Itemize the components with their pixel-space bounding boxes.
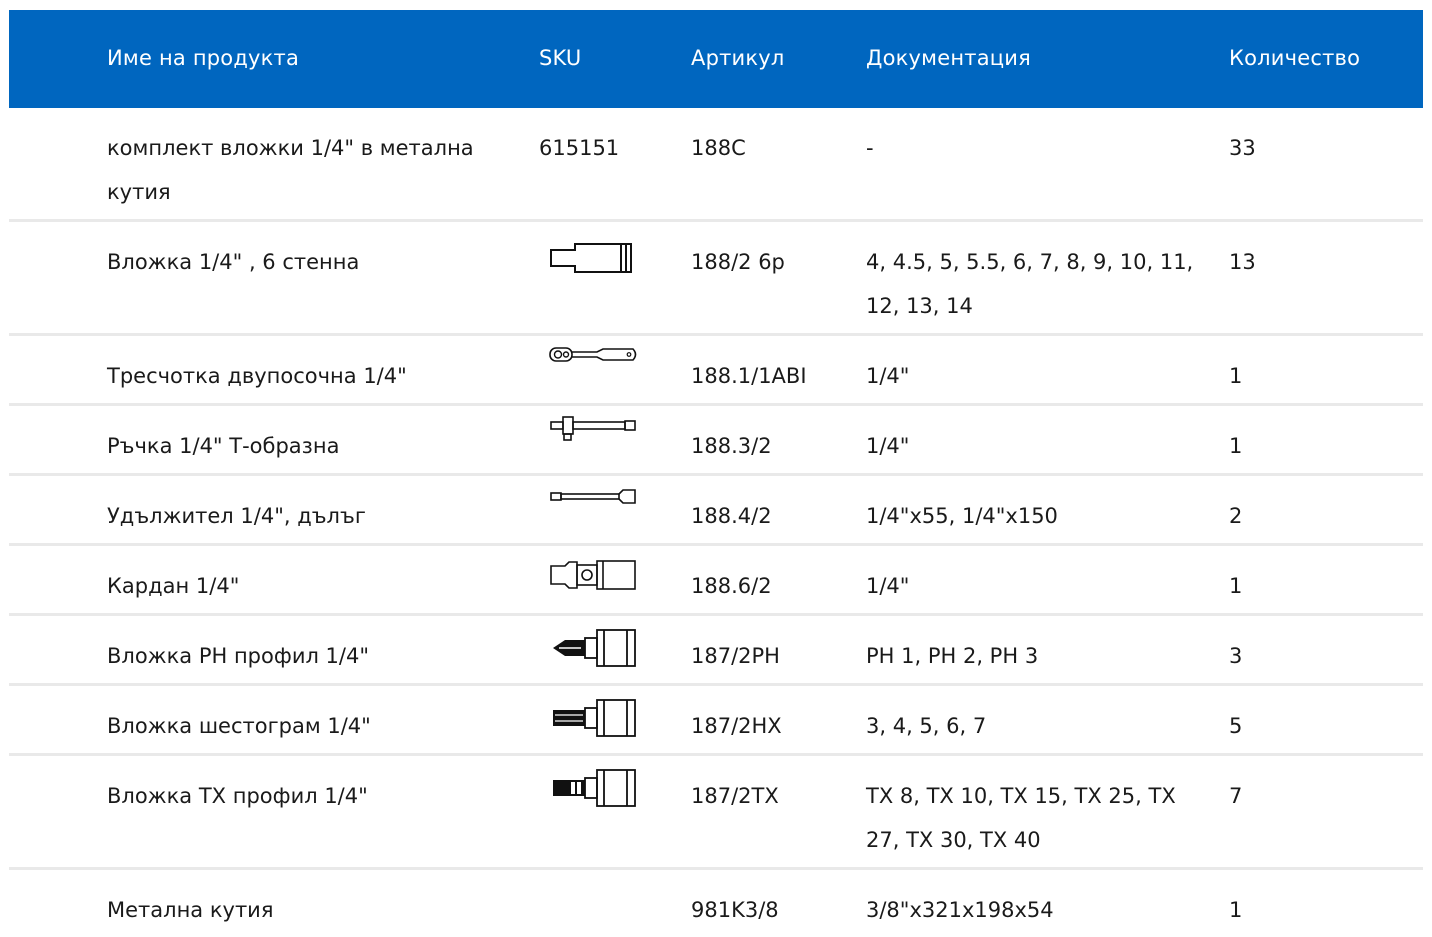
table-row: Удължител 1/4", дълъг 188.4/2 1/4"x55, 1…	[9, 476, 1423, 546]
t-handle-icon	[547, 414, 639, 444]
row-name: Ръчка 1/4" Т-образна	[107, 434, 340, 458]
row-article: 187/2TX	[691, 784, 779, 808]
table-row: Метална кутия 981K3/8 3/8"x321x198x54 1	[9, 870, 1423, 937]
table-row: Кардан 1/4" 188.6/2 1/4" 1	[9, 546, 1423, 616]
row-name: Метална кутия	[107, 898, 274, 922]
row-documentation: -	[866, 136, 874, 160]
row-documentation: TX 8, TX 10, TX 15, TX 25, TX 27, TX 30,…	[866, 784, 1176, 852]
row-article: 188.3/2	[691, 434, 772, 458]
ph-bit-socket-icon	[547, 626, 639, 670]
row-quantity: 13	[1229, 250, 1256, 274]
row-quantity: 5	[1229, 714, 1243, 738]
tx-bit-socket-icon	[547, 766, 639, 810]
row-quantity: 7	[1229, 784, 1243, 808]
header-sku: SKU	[539, 46, 582, 70]
row-article: 981K3/8	[691, 898, 779, 922]
row-quantity: 1	[1229, 898, 1243, 922]
row-name: Вложка TX профил 1/4"	[107, 784, 368, 808]
table-header: Име на продукта SKU Артикул Документация…	[9, 10, 1423, 108]
row-article: 188/2 6p	[691, 250, 785, 274]
row-quantity: 1	[1229, 364, 1243, 388]
row-sku: 615151	[539, 136, 620, 160]
row-name: Удължител 1/4", дълъг	[107, 504, 366, 528]
row-documentation: 3/8"x321x198x54	[866, 898, 1054, 922]
product-table: Име на продукта SKU Артикул Документация…	[9, 10, 1423, 937]
table-row: Ръчка 1/4" Т-образна 188.3/2 1/4" 1	[9, 406, 1423, 476]
row-documentation: 1/4"x55, 1/4"x150	[866, 504, 1058, 528]
row-article: 188.4/2	[691, 504, 772, 528]
row-name: Вложка 1/4" , 6 стенна	[107, 250, 360, 274]
table-row: Вложка 1/4" , 6 стенна 188/2 6p 4, 4.5, …	[9, 222, 1423, 336]
row-article: 187/2PH	[691, 644, 780, 668]
row-documentation: 3, 4, 5, 6, 7	[866, 714, 987, 738]
row-name: Тресчотка двупосочна 1/4"	[107, 364, 407, 388]
header-article: Артикул	[691, 46, 785, 70]
row-name: Вложка PH профил 1/4"	[107, 644, 370, 668]
row-quantity: 3	[1229, 644, 1243, 668]
row-documentation: 4, 4.5, 5, 5.5, 6, 7, 8, 9, 10, 11, 12, …	[866, 250, 1194, 318]
hex-bit-socket-icon	[547, 696, 639, 740]
row-quantity: 2	[1229, 504, 1243, 528]
extension-bar-icon	[547, 486, 639, 508]
ratchet-icon	[547, 344, 639, 366]
row-quantity: 33	[1229, 136, 1256, 160]
table-row: Тресчотка двупосочна 1/4" 188.1/1ABI 1/4…	[9, 336, 1423, 406]
row-documentation: 1/4"	[866, 574, 910, 598]
row-article: 187/2HX	[691, 714, 782, 738]
row-documentation: PH 1, PH 2, PH 3	[866, 644, 1039, 668]
row-quantity: 1	[1229, 574, 1243, 598]
row-article: 188.1/1ABI	[691, 364, 807, 388]
row-documentation: 1/4"	[866, 434, 910, 458]
table-row: Вложка шестограм 1/4" 187/2HX 3, 4, 5, 6…	[9, 686, 1423, 756]
header-quantity: Количество	[1229, 46, 1361, 70]
universal-joint-icon	[547, 558, 639, 592]
table-row: комплект вложки 1/4" в метална кутия 615…	[9, 108, 1423, 222]
row-quantity: 1	[1229, 434, 1243, 458]
row-documentation: 1/4"	[866, 364, 910, 388]
header-documentation: Документация	[866, 46, 1031, 70]
row-name: Кардан 1/4"	[107, 574, 240, 598]
row-article: 188C	[691, 136, 746, 160]
header-name: Име на продукта	[107, 46, 300, 70]
hex-socket-icon	[547, 238, 637, 278]
row-name: комплект вложки 1/4" в метална кутия	[107, 136, 474, 204]
table-row: Вложка TX профил 1/4" 187/2TX TX 8, TX 1…	[9, 756, 1423, 870]
row-article: 188.6/2	[691, 574, 772, 598]
row-name: Вложка шестограм 1/4"	[107, 714, 371, 738]
table-row: Вложка PH профил 1/4" 187/2PH PH 1, PH 2…	[9, 616, 1423, 686]
